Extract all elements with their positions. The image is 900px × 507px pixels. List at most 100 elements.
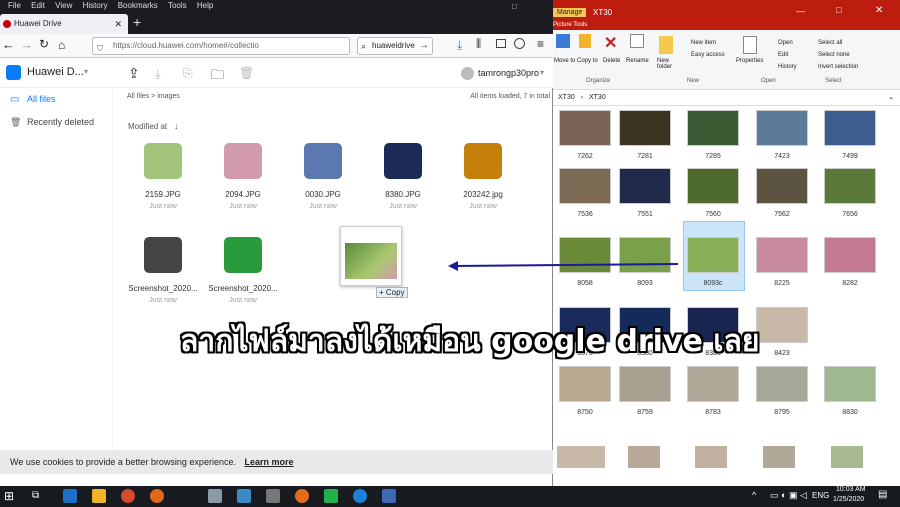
sort-label[interactable]: Modified at (128, 122, 167, 131)
sidebar-item-all-files[interactable]: All files (27, 94, 56, 104)
upload-icon[interactable]: ⇪ (128, 65, 140, 82)
firefox-icon[interactable] (295, 489, 309, 503)
thumb-partial[interactable] (763, 446, 795, 468)
explorer-item-label[interactable]: 8750 (559, 409, 611, 416)
invert-selection-button[interactable]: Invert selection (818, 64, 858, 70)
explorer-thumbnail[interactable] (619, 366, 671, 402)
home-icon[interactable]: ⌂ (58, 38, 65, 52)
app-icon[interactable] (150, 489, 164, 503)
explorer-thumbnail[interactable] (687, 110, 739, 146)
edge-icon[interactable] (63, 489, 77, 503)
chevron-down-icon[interactable]: ▾ (84, 67, 88, 76)
search-input[interactable]: ⌕ huaweidrive → (357, 37, 433, 55)
file-name[interactable]: 2159.JPG (123, 190, 203, 199)
explorer-thumbnail[interactable] (756, 366, 808, 402)
new-item-button[interactable]: New item (691, 40, 716, 46)
explorer-item-label[interactable]: 8282 (824, 280, 876, 287)
file-thumbnail[interactable] (224, 237, 262, 273)
select-all-button[interactable]: Select all (818, 40, 842, 46)
file-explorer-icon[interactable] (92, 489, 106, 503)
thumb-partial[interactable] (831, 446, 863, 468)
open-button[interactable]: Open (778, 40, 793, 46)
avatar[interactable] (461, 67, 474, 80)
close-tab-icon[interactable]: ✕ (114, 14, 122, 34)
explorer-thumbnail[interactable] (824, 366, 876, 402)
delete-icon[interactable]: 🗑 (239, 66, 254, 80)
explorer-item-label[interactable]: 7262 (559, 153, 611, 160)
explorer-thumbnail[interactable] (824, 168, 876, 204)
explorer-item-label[interactable]: 8058 (559, 280, 611, 287)
explorer-thumbnail[interactable] (687, 168, 739, 204)
explorer-item-label[interactable]: 8783 (687, 409, 739, 416)
explorer-item-label[interactable]: 7551 (619, 211, 671, 218)
notification-icon[interactable]: ▤ (878, 489, 887, 500)
sidebar-toggle-icon[interactable] (496, 39, 506, 48)
menu-bookmarks[interactable]: Bookmarks (118, 1, 158, 10)
menu-help[interactable]: Help (197, 1, 213, 10)
properties-button[interactable]: Properties (736, 58, 763, 64)
explorer-thumbnail[interactable] (824, 110, 876, 146)
menu-file[interactable]: File (8, 1, 21, 10)
explorer-thumbnail[interactable] (619, 168, 671, 204)
file-name[interactable]: 2094.JPG (203, 190, 283, 199)
back-icon[interactable]: ← (2, 37, 15, 52)
file-name[interactable]: 203242.jpg (443, 190, 523, 199)
address-chevron-icon[interactable]: ⌄ (888, 90, 894, 106)
tray-icons[interactable]: ▭ ◐ ▣ ◁ (770, 490, 807, 501)
menu-hamburger-icon[interactable]: ≡ (537, 37, 544, 51)
thumb-partial[interactable] (628, 446, 660, 468)
store-icon[interactable] (382, 489, 396, 503)
menu-view[interactable]: View (55, 1, 72, 10)
explorer-thumbnail[interactable] (687, 237, 739, 273)
history-button[interactable]: History (778, 64, 797, 70)
menu-history[interactable]: History (83, 1, 108, 10)
manage-tab[interactable]: Manage (553, 8, 587, 17)
breadcrumb-root[interactable]: All files (127, 93, 149, 100)
clock-date[interactable]: 1/25/2020 (833, 496, 864, 503)
explorer-item-label[interactable]: 8423 (756, 350, 808, 357)
line-icon[interactable] (324, 489, 338, 503)
account-icon[interactable] (514, 38, 525, 49)
explorer-thumbnail[interactable] (756, 237, 808, 273)
new-tab-button[interactable]: + (133, 14, 141, 30)
explorer-thumbnail[interactable] (619, 110, 671, 146)
explorer-item-label[interactable]: 8093c (687, 280, 739, 287)
file-name[interactable]: 8380.JPG (363, 190, 443, 199)
explorer-item-label[interactable]: 7536 (559, 211, 611, 218)
maximize-icon[interactable]: □ (836, 5, 841, 15)
rename-button[interactable]: Rename (626, 58, 649, 64)
explorer-item-label[interactable]: 8093 (619, 280, 671, 287)
move-to-button[interactable]: Move to (554, 58, 575, 64)
explorer-item-label[interactable]: 7656 (824, 211, 876, 218)
explorer-thumbnail[interactable] (687, 366, 739, 402)
thumb-partial[interactable] (695, 446, 727, 468)
explorer-thumbnail[interactable] (559, 168, 611, 204)
explorer-thumbnail[interactable] (756, 307, 808, 343)
app-icon[interactable] (121, 489, 135, 503)
file-thumbnail[interactable] (144, 143, 182, 179)
download-file-icon[interactable]: ⤓ (155, 66, 161, 82)
sort-arrow-icon[interactable]: ↓ (174, 121, 179, 131)
explorer-thumbnail[interactable] (559, 110, 611, 146)
browser-tab[interactable]: Huawei Drive ✕ (0, 14, 128, 34)
language-indicator[interactable]: ENG (812, 491, 829, 500)
new-folder-icon[interactable]: 🗀 (211, 66, 224, 88)
library-icon[interactable]: ⫼ (476, 38, 481, 51)
explorer-item-label[interactable]: 8225 (756, 280, 808, 287)
user-name[interactable]: tamrongp30pro (478, 68, 539, 78)
easy-access-button[interactable]: Easy access (691, 52, 725, 58)
explorer-item-label[interactable]: 7281 (619, 153, 671, 160)
explorer-item-label[interactable]: 7499 (824, 153, 876, 160)
url-bar[interactable]: ⛉ https://cloud.huawei.com/home#/collect… (92, 37, 350, 55)
clock-time[interactable]: 10:03 AM (836, 486, 866, 493)
explorer-item-label[interactable]: 7285 (687, 153, 739, 160)
file-thumbnail[interactable] (304, 143, 342, 179)
delete-button[interactable]: Delete (603, 58, 620, 64)
maximize-icon[interactable]: □ (512, 2, 517, 11)
tray-chevron-icon[interactable]: ^ (752, 490, 756, 500)
calculator-icon[interactable] (266, 489, 280, 503)
explorer-item-label[interactable]: 7562 (756, 211, 808, 218)
learn-more-link[interactable]: Learn more (244, 457, 293, 467)
select-none-button[interactable]: Select none (818, 52, 850, 58)
search-go-icon[interactable]: → (419, 38, 429, 54)
